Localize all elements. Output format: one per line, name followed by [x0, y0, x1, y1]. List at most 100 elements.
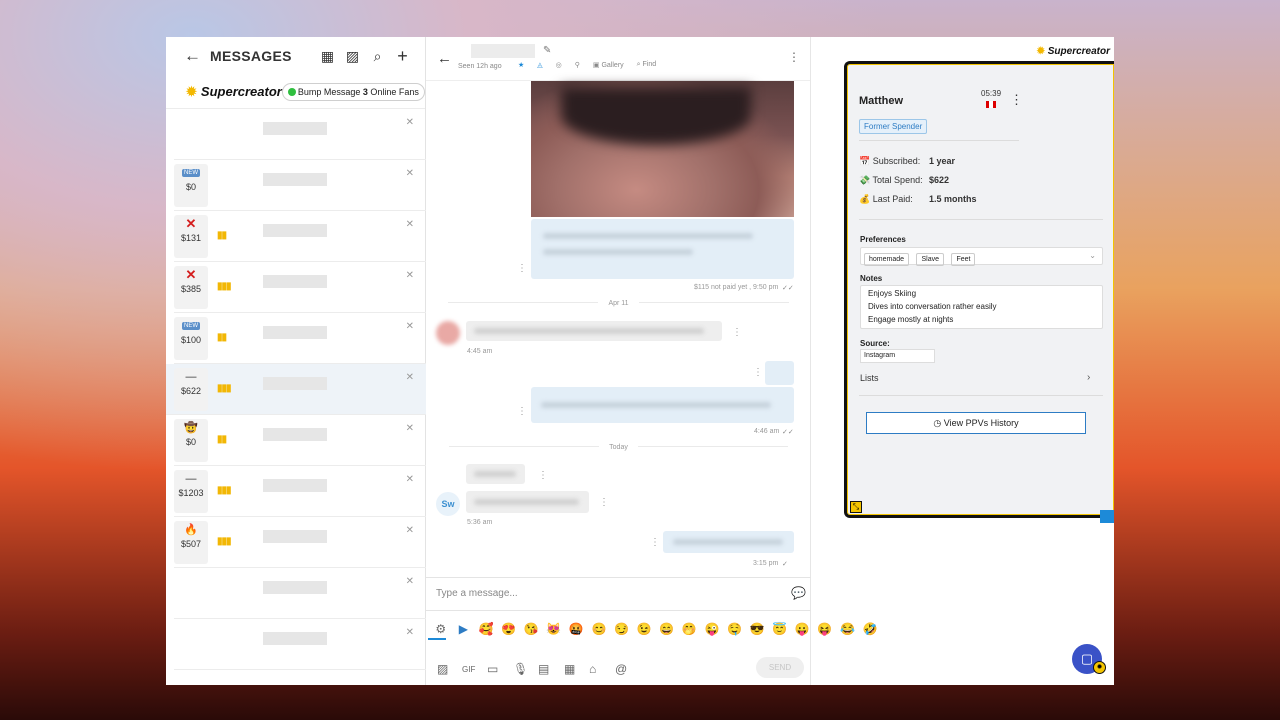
- notes-textarea[interactable]: Enjoys Skiing Dives into conversation ra…: [860, 285, 1103, 329]
- message-input[interactable]: Type a message...: [436, 588, 518, 599]
- price-tag-icon[interactable]: ⌂: [589, 662, 596, 676]
- conversation-row[interactable]: ✕: [174, 109, 426, 160]
- send-button[interactable]: SEND: [756, 657, 804, 678]
- preference-chip[interactable]: Feet: [951, 253, 976, 266]
- message-options-icon[interactable]: ⋮: [732, 327, 742, 338]
- back-arrow-icon[interactable]: ←: [437, 50, 452, 67]
- conversation-row[interactable]: 🔥 $507 ▮▮▮ ✕: [174, 517, 426, 568]
- emoji-button[interactable]: 🤬: [566, 622, 588, 636]
- lists-row[interactable]: Lists: [860, 373, 879, 383]
- chevron-right-icon[interactable]: ›: [1087, 372, 1090, 383]
- emoji-button[interactable]: 🤣: [859, 622, 881, 636]
- emoji-button[interactable]: 😛: [792, 622, 814, 636]
- emoji-button[interactable]: 😝: [814, 622, 836, 636]
- message-options-icon[interactable]: ⋮: [517, 406, 527, 417]
- close-icon[interactable]: ✕: [406, 168, 414, 179]
- close-icon[interactable]: ✕: [406, 525, 414, 536]
- close-icon[interactable]: ✕: [406, 576, 414, 587]
- media-message-blurred[interactable]: [531, 81, 794, 217]
- emoji-button[interactable]: 😻: [543, 622, 565, 636]
- close-icon[interactable]: ✕: [406, 270, 414, 281]
- image-upload-icon[interactable]: ▨: [437, 662, 448, 676]
- bell-icon[interactable]: ◬: [537, 61, 542, 69]
- emoji-button[interactable]: 😄: [656, 622, 678, 636]
- settings-gear-icon[interactable]: ⚙: [430, 622, 452, 636]
- emoji-button[interactable]: 😇: [769, 622, 791, 636]
- conversation-list: ✕ NEW $0 ✕ ✕ $131 ▮▮ ✕ ✕ $385 ▮▮▮ ✕ NEW $100 ▮▮ ✕ — $622 ▮…: [166, 109, 426, 670]
- vault-icon[interactable]: ▤: [538, 662, 549, 676]
- back-arrow-icon[interactable]: ←: [184, 46, 206, 66]
- chat-bubble-icon[interactable]: 💬: [791, 586, 806, 600]
- close-icon[interactable]: ✕: [406, 627, 414, 638]
- conversation-row[interactable]: ✕ $131 ▮▮ ✕: [174, 211, 426, 262]
- preference-chip[interactable]: Slave: [916, 253, 944, 266]
- emoji-button[interactable]: 😘: [520, 622, 542, 636]
- message-options-icon[interactable]: ⋮: [538, 470, 548, 481]
- emoji-button[interactable]: 😉: [633, 622, 655, 636]
- message-bubble-incoming[interactable]: [466, 464, 525, 484]
- message-composer[interactable]: Type a message... 💬: [426, 577, 811, 611]
- emoji-button[interactable]: 😜: [701, 622, 723, 636]
- emoji-button[interactable]: 😎: [746, 622, 768, 636]
- find-button[interactable]: ⌕ Find: [637, 61, 657, 69]
- resize-handle-icon[interactable]: ⤡: [850, 501, 862, 513]
- emoji-button[interactable]: 😊: [588, 622, 610, 636]
- more-options-icon[interactable]: ⋮: [788, 50, 800, 64]
- edit-pencil-icon[interactable]: ✎: [543, 45, 551, 56]
- calendar-icon[interactable]: ▦: [315, 48, 340, 65]
- add-icon[interactable]: +: [390, 46, 415, 67]
- message-bubble-outgoing[interactable]: [531, 387, 794, 423]
- gif-icon[interactable]: GIF: [462, 665, 475, 674]
- close-icon[interactable]: ✕: [406, 372, 414, 383]
- message-bubble-outgoing[interactable]: [765, 361, 794, 385]
- video-icon[interactable]: ▭: [487, 662, 498, 676]
- microphone-icon[interactable]: 🎙: [513, 662, 528, 676]
- message-options-icon[interactable]: ⋮: [650, 537, 660, 548]
- mention-icon[interactable]: @: [615, 662, 627, 676]
- conversation-row[interactable]: NEW $0 ✕: [174, 160, 426, 211]
- emoji-button[interactable]: 😂: [837, 622, 859, 636]
- conversation-row[interactable]: 🤠 $0 ▮▮ ✕: [174, 415, 426, 466]
- note-icon[interactable]: ◎: [556, 61, 562, 69]
- close-icon[interactable]: ✕: [406, 117, 414, 128]
- message-options-icon[interactable]: ⋮: [517, 263, 527, 274]
- source-input[interactable]: Instagram: [860, 349, 935, 363]
- dash-icon: —: [185, 473, 197, 485]
- preferences-select[interactable]: homemade Slave Feet ⌄: [860, 247, 1103, 266]
- close-icon[interactable]: ✕: [406, 219, 414, 230]
- conversation-row[interactable]: ✕: [174, 619, 426, 670]
- emoji-button[interactable]: 😏: [611, 622, 633, 636]
- emoji-button[interactable]: 🥰: [475, 622, 497, 636]
- ppv-play-icon[interactable]: ▶: [453, 622, 475, 636]
- message-bubble-outgoing[interactable]: [531, 219, 794, 279]
- conversation-row[interactable]: NEW $100 ▮▮ ✕: [174, 313, 426, 364]
- conversation-row[interactable]: — $1203 ▮▮▮ ✕: [174, 466, 426, 517]
- schedule-calendar-icon[interactable]: ▦: [564, 662, 575, 676]
- star-icon[interactable]: ★: [518, 61, 524, 69]
- pin-icon[interactable]: ⚲: [575, 61, 580, 69]
- panel-toggle-tab[interactable]: [1100, 510, 1114, 523]
- fan-info-card: Matthew 05:39 ⋮ Former Spender 📅 Subscri…: [844, 61, 1114, 518]
- conversation-row[interactable]: — $622 ▮▮▮ ✕: [166, 364, 426, 415]
- chevron-down-icon[interactable]: ⌄: [1089, 251, 1096, 260]
- emoji-button[interactable]: 😍: [498, 622, 520, 636]
- message-bubble-outgoing[interactable]: [663, 531, 794, 553]
- emoji-button[interactable]: 🤤: [724, 622, 746, 636]
- message-options-icon[interactable]: ⋮: [753, 367, 763, 378]
- preference-chip[interactable]: homemade: [864, 253, 910, 266]
- image-icon[interactable]: ▨: [340, 48, 365, 65]
- message-options-icon[interactable]: ⋮: [599, 497, 609, 508]
- gallery-button[interactable]: ▣ Gallery: [593, 61, 624, 69]
- view-ppvs-history-button[interactable]: ◷ View PPVs History: [866, 412, 1086, 434]
- close-icon[interactable]: ✕: [406, 474, 414, 485]
- fan-options-icon[interactable]: ⋮: [1010, 92, 1023, 108]
- emoji-button[interactable]: 🤭: [679, 622, 701, 636]
- close-icon[interactable]: ✕: [406, 321, 414, 332]
- conversation-row[interactable]: ✕: [174, 568, 426, 619]
- close-icon[interactable]: ✕: [406, 423, 414, 434]
- message-bubble-incoming[interactable]: [466, 321, 722, 341]
- search-icon[interactable]: ⌕: [365, 48, 390, 65]
- bump-message-button[interactable]: Bump Message 3 Online Fans: [281, 82, 425, 101]
- conversation-row[interactable]: ✕ $385 ▮▮▮ ✕: [174, 262, 426, 313]
- message-bubble-incoming[interactable]: [466, 491, 589, 513]
